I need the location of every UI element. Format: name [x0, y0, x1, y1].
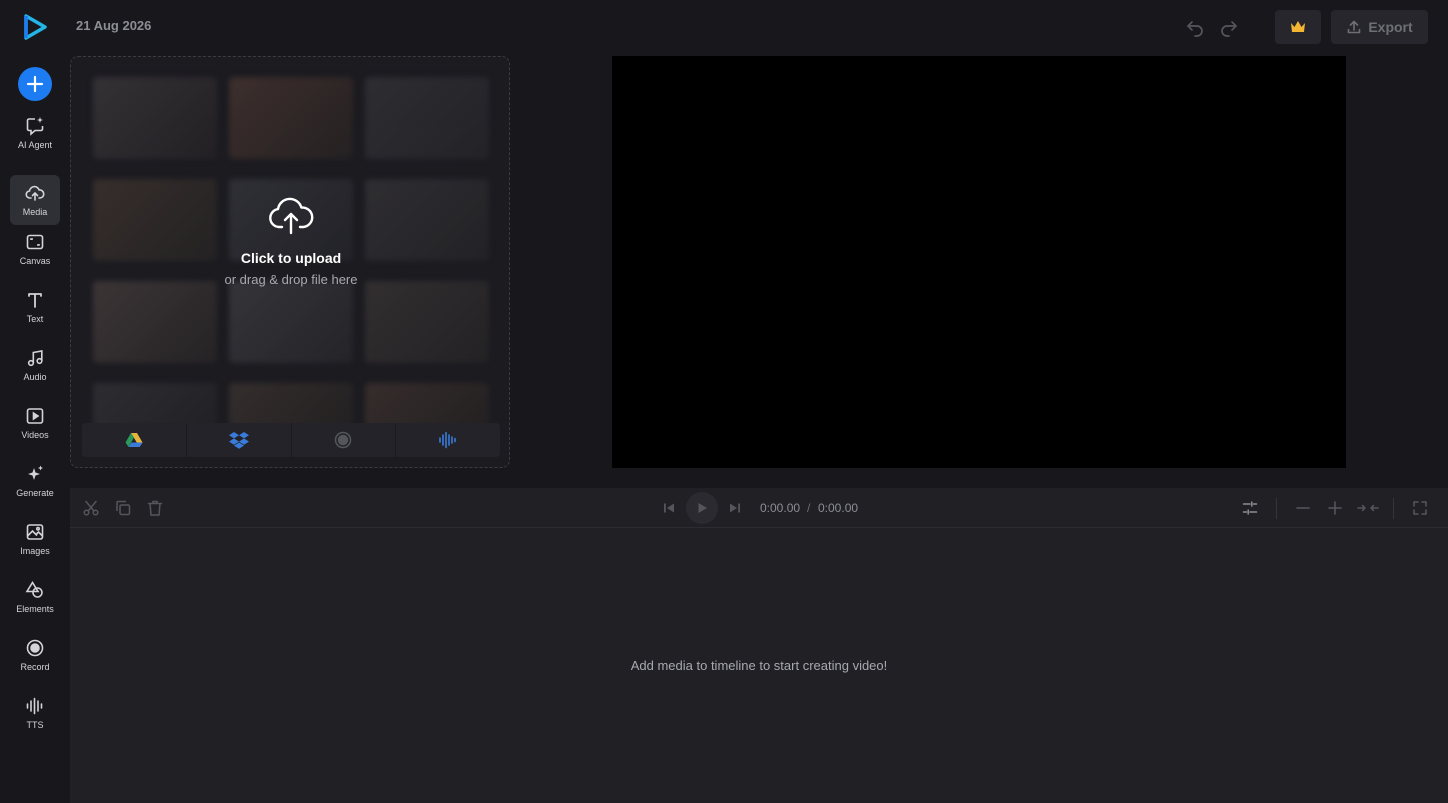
play-button[interactable]	[686, 492, 718, 524]
video-icon	[26, 408, 44, 424]
upload-subtitle: or drag & drop file here	[224, 272, 358, 287]
fit-to-screen-icon[interactable]	[1357, 499, 1379, 517]
canvas-icon	[26, 234, 44, 250]
cloud-upload-icon	[269, 197, 314, 235]
sidebar-item-generate[interactable]: Generate	[10, 456, 60, 506]
sidebar-item-label: Audio	[23, 372, 47, 382]
text-icon	[28, 293, 42, 308]
cloud-upload-icon	[25, 185, 45, 201]
skip-forward-icon[interactable]	[726, 499, 744, 517]
sidebar-item-canvas[interactable]: Canvas	[10, 224, 60, 274]
toolbar-divider	[1393, 498, 1394, 519]
google-drive-icon	[125, 433, 143, 447]
upload-title: Click to upload	[240, 250, 342, 266]
google-drive-button[interactable]	[82, 423, 187, 457]
sidebar-item-label: AI Agent	[17, 140, 53, 150]
time-separator: /	[807, 501, 811, 515]
music-note-icon	[27, 350, 43, 367]
record-source-button[interactable]	[292, 423, 397, 457]
plus-icon	[26, 75, 44, 93]
zoom-in-icon[interactable]	[1326, 499, 1344, 517]
skip-back-icon[interactable]	[660, 499, 678, 517]
upgrade-premium-button[interactable]	[1275, 10, 1321, 44]
upload-icon	[1348, 20, 1361, 34]
dropbox-icon	[228, 432, 249, 449]
project-date[interactable]: 21 Aug 2026	[76, 18, 151, 33]
sidebar-item-label: Canvas	[19, 256, 51, 266]
adjustments-icon[interactable]	[1241, 499, 1259, 517]
video-preview-canvas[interactable]	[612, 56, 1346, 468]
timeline-panel: 0:00.00 / 0:00.00 Add media to timeline …	[70, 488, 1448, 803]
sidebar-item-audio[interactable]: Audio	[10, 340, 60, 390]
fullscreen-icon[interactable]	[1411, 499, 1429, 517]
scissors-icon[interactable]	[82, 499, 100, 517]
play-icon	[698, 503, 707, 513]
add-new-button[interactable]	[18, 67, 52, 101]
sparkle-icon	[28, 465, 43, 480]
image-icon	[26, 524, 44, 540]
current-time: 0:00.00	[760, 501, 801, 515]
total-time: 0:00.00	[818, 501, 859, 515]
sidebar-item-media[interactable]: Media	[10, 175, 60, 225]
upload-source-bar	[82, 423, 500, 457]
undo-icon[interactable]	[1184, 16, 1206, 38]
sidebar-item-elements[interactable]: Elements	[10, 572, 60, 622]
sidebar-item-label: TTS	[26, 720, 44, 730]
export-label: Export	[1368, 19, 1413, 35]
sidebar-item-label: Record	[20, 662, 50, 672]
sidebar-item-images[interactable]: Images	[10, 514, 60, 564]
sidebar-item-label: Elements	[16, 604, 54, 614]
sidebar-item-tts[interactable]: TTS	[10, 688, 60, 738]
waveform-icon	[26, 697, 43, 715]
record-icon	[26, 639, 44, 657]
trash-icon[interactable]	[146, 499, 164, 517]
shapes-icon	[25, 580, 43, 598]
sidebar-item-videos[interactable]: Videos	[10, 398, 60, 448]
tts-source-button[interactable]	[396, 423, 500, 457]
sidebar-item-record[interactable]: Record	[10, 630, 60, 680]
sidebar-item-label: Videos	[21, 430, 49, 440]
sidebar-item-text[interactable]: Text	[10, 282, 60, 332]
sidebar-item-label: Generate	[16, 488, 54, 498]
sidebar-item-label: Images	[20, 546, 50, 556]
toolbar-divider	[1276, 498, 1277, 519]
record-icon	[335, 431, 352, 449]
zoom-out-icon[interactable]	[1294, 499, 1312, 517]
duplicate-icon[interactable]	[114, 499, 132, 517]
timeline-empty-message: Add media to timeline to start creating …	[630, 658, 888, 673]
sidebar-item-ai-agent[interactable]: AI Agent	[10, 108, 60, 158]
export-button[interactable]: Export	[1331, 10, 1428, 44]
redo-icon[interactable]	[1218, 16, 1240, 38]
app-logo-icon[interactable]	[22, 14, 48, 40]
timeline-toolbar: 0:00.00 / 0:00.00	[70, 488, 1448, 528]
media-upload-panel[interactable]: Click to upload or drag & drop file here	[70, 56, 510, 468]
sidebar-item-label: Media	[22, 207, 48, 217]
dropbox-button[interactable]	[187, 423, 292, 457]
sidebar-item-label: Text	[26, 314, 44, 324]
waveform-icon	[439, 431, 456, 449]
ai-agent-icon	[26, 117, 44, 136]
crown-icon	[1291, 21, 1305, 32]
click-to-upload-area[interactable]: Click to upload or drag & drop file here	[71, 195, 509, 287]
left-sidebar: AI Agent Media Canvas Text Audio Videos …	[0, 0, 70, 803]
